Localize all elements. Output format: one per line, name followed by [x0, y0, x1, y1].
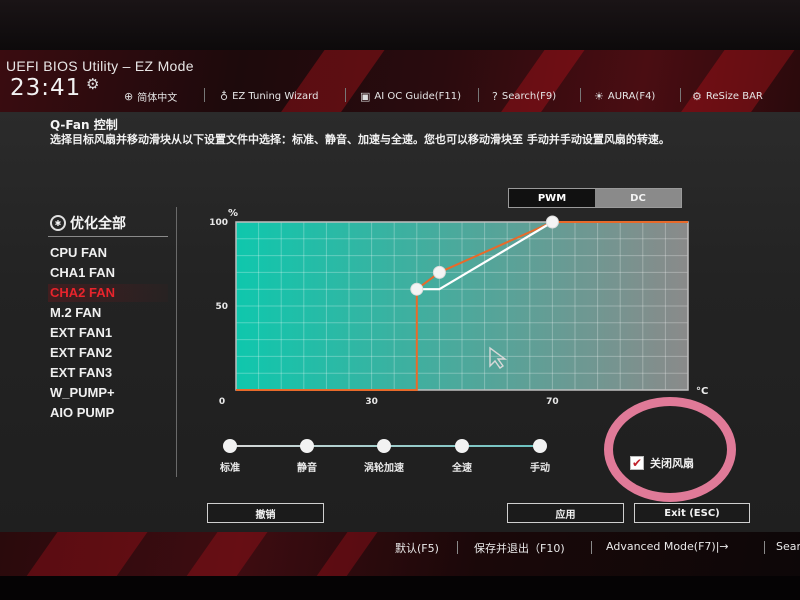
preset-full-speed-label[interactable]: 全速 — [452, 459, 472, 474]
aura-label: AURA(F4) — [607, 90, 656, 102]
y-tick-label: 100 — [209, 218, 228, 228]
curve-point-handle[interactable] — [545, 215, 559, 229]
ai-oc-guide-label: AI OC Guide(F11) — [374, 90, 462, 102]
close-fan-label: 关闭风扇 — [650, 457, 694, 470]
preset-slider-stop[interactable] — [533, 439, 547, 453]
advanced-mode-f7-button[interactable]: Advanced Mode(F7)|→ — [606, 540, 729, 553]
highlight-circle — [604, 397, 736, 502]
resize-bar-icon: ⚙ — [692, 89, 702, 103]
ai-oc-guide-button[interactable]: ▣ AI OC Guide(F11) — [360, 87, 461, 105]
close-fan-option[interactable]: ✔ 关闭风扇 — [630, 455, 694, 471]
preset-slider-stop[interactable] — [455, 439, 469, 453]
resize-bar-button[interactable]: ⚙ ReSize BAR — [692, 87, 763, 105]
screen-bezel-top — [0, 0, 800, 50]
apply-button[interactable]: 应用 — [507, 503, 624, 523]
preset-silent-label[interactable]: 静音 — [297, 459, 317, 474]
curve-point-handle[interactable] — [432, 265, 446, 279]
search-button[interactable]: ? Search(F9) — [492, 87, 556, 105]
search-label: Search(F9) — [501, 90, 557, 102]
language-button[interactable]: ⊕ 简体中文 — [124, 87, 177, 105]
undo-button[interactable]: 撤销 — [207, 503, 324, 523]
close-fan-checkbox[interactable]: ✔ — [630, 456, 644, 470]
x-axis-label: °C — [696, 386, 708, 397]
x-tick-label: 30 — [365, 397, 378, 407]
preset-slider-stop[interactable] — [300, 439, 314, 453]
app-title: UEFI BIOS Utility – EZ Mode — [6, 58, 194, 74]
aura-button[interactable]: ☀ AURA(F4) — [594, 87, 655, 105]
search-footer-button[interactable]: Sear — [776, 540, 800, 553]
ez-tuning-wizard-button[interactable]: ♁ EZ Tuning Wizard — [220, 87, 318, 105]
y-tick-label: 50 — [215, 302, 228, 312]
footer-bar: 默认(F5) 保存并退出（F10) Advanced Mode(F7)|→ Se… — [0, 532, 800, 576]
preset-manual-label[interactable]: 手动 — [530, 459, 550, 474]
resize-bar-label: ReSize BAR — [705, 90, 763, 102]
header-bar: UEFI BIOS Utility – EZ Mode 23:41 ⚙ ⊕ 简体… — [0, 50, 800, 112]
clock-settings-icon[interactable]: ⚙ — [86, 75, 99, 93]
save-exit-f10-button[interactable]: 保存并退出（F10) — [474, 540, 565, 556]
lightbulb-icon: ♁ — [220, 89, 229, 103]
y-axis-label: % — [228, 208, 238, 219]
preset-standard-label[interactable]: 标准 — [220, 459, 240, 474]
chip-icon: ▣ — [360, 89, 371, 103]
preset-slider-stop[interactable] — [377, 439, 391, 453]
language-label: 简体中文 — [137, 92, 178, 104]
screen-bezel-bottom — [0, 576, 800, 600]
exit-button[interactable]: Exit (ESC) — [634, 503, 750, 523]
preset-slider-stop[interactable] — [223, 439, 237, 453]
globe-icon: ⊕ — [124, 89, 134, 103]
x-tick-label: 70 — [546, 397, 559, 407]
chart-grid — [236, 222, 688, 390]
curve-point-handle[interactable] — [410, 282, 424, 296]
default-f5-button[interactable]: 默认(F5) — [395, 540, 439, 556]
clock: 23:41 — [10, 75, 82, 101]
preset-turbo-label[interactable]: 涡轮加速 — [364, 459, 404, 474]
qfan-panel: Q-Fan 控制 选择目标风扇并移动滑块从以下设置文件中选择：标准、静音、加速与… — [0, 112, 800, 532]
aura-icon: ☀ — [594, 89, 604, 103]
ez-tuning-wizard-label: EZ Tuning Wizard — [232, 90, 319, 102]
help-icon: ? — [492, 89, 498, 103]
x-tick-label: 0 — [219, 397, 225, 407]
